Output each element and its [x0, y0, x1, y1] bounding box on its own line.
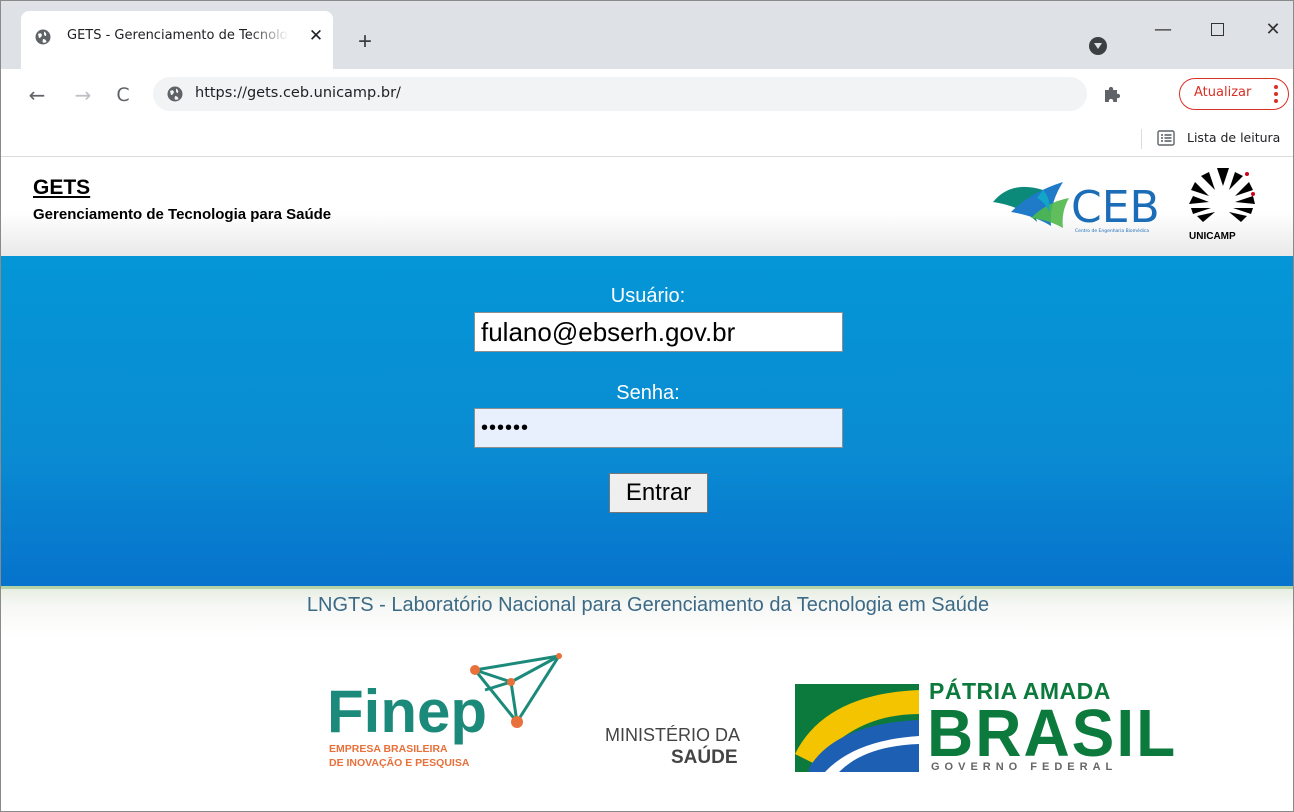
new-tab-button[interactable]: +: [353, 30, 377, 55]
extensions-puzzle-icon[interactable]: [1099, 81, 1125, 107]
finep-logo: Finep EMPRESA BRASILEIRA DE INOVAÇÃO E P…: [327, 653, 562, 769]
site-info-icon[interactable]: [167, 86, 183, 102]
tab-title: GETS - Gerenciamento de Tecnologia para …: [67, 28, 289, 43]
bookmarks-separator: [1141, 129, 1142, 149]
site-header: GETS Gerenciamento de Tecnologia para Sa…: [1, 158, 1293, 256]
password-label: Senha:: [616, 382, 680, 404]
login-button[interactable]: Entrar: [609, 473, 708, 513]
tab-gets[interactable]: GETS - Gerenciamento de Tecnologia para …: [21, 11, 333, 69]
ministerio-line2: SAÚDE: [671, 747, 738, 768]
maximize-button[interactable]: [1197, 15, 1237, 45]
reading-list-icon: [1157, 130, 1175, 146]
site-subtitle: Gerenciamento de Tecnologia para Saúde: [33, 206, 332, 223]
menu-dots-icon: [1272, 84, 1280, 104]
reload-button[interactable]: C: [109, 81, 137, 109]
ceb-logo: CEB Centro de Engenharia Biomédica: [993, 182, 1160, 234]
lab-name: LNGTS - Laboratório Nacional para Gerenc…: [306, 594, 990, 616]
brasil-flag-icon: [795, 684, 919, 772]
login-panel: Usuário: Senha: Entrar: [1, 256, 1293, 586]
back-button[interactable]: ←: [23, 81, 51, 109]
governo-line3: GOVERNO FEDERAL: [931, 761, 1118, 773]
reading-list-label: Lista de leitura: [1187, 130, 1281, 145]
maximize-icon: [1210, 23, 1224, 36]
tab-search-icon[interactable]: [1089, 37, 1107, 55]
globe-icon: [35, 29, 51, 45]
unicamp-wordmark: UNICAMP: [1189, 231, 1236, 242]
finep-line2: DE INOVAÇÃO E PESQUISA: [329, 756, 470, 769]
web-page: GETS Gerenciamento de Tecnologia para Sa…: [1, 158, 1293, 811]
bookmarks-bar: Lista de leitura: [1, 121, 1293, 157]
finep-wordmark: Finep: [327, 678, 487, 745]
close-window-button[interactable]: ✕: [1253, 15, 1293, 45]
address-bar[interactable]: https://gets.ceb.unicamp.br/: [153, 77, 1087, 111]
unicamp-logo: UNICAMP: [1189, 168, 1255, 242]
lab-banner: LNGTS - Laboratório Nacional para Gerenc…: [1, 586, 1293, 638]
tab-strip: GETS - Gerenciamento de Tecnologia para …: [1, 1, 1293, 69]
finep-line1: EMPRESA BRASILEIRA: [329, 743, 448, 755]
tab-close-icon[interactable]: ✕: [305, 25, 327, 47]
ceb-tagline: Centro de Engenharia Biomédica: [1075, 227, 1149, 234]
update-button[interactable]: Atualizar: [1179, 78, 1289, 110]
ministerio-line1: MINISTÉRIO DA: [605, 725, 741, 745]
update-label: Atualizar: [1194, 85, 1252, 100]
minimize-button[interactable]: —: [1143, 15, 1183, 45]
address-url: https://gets.ceb.unicamp.br/: [195, 85, 401, 101]
password-input[interactable]: [474, 408, 843, 448]
username-input[interactable]: [474, 312, 843, 352]
ministerio-saude-logo: MINISTÉRIO DA SAÚDE: [605, 725, 765, 775]
browser-window: GETS - Gerenciamento de Tecnologia para …: [0, 0, 1294, 812]
site-title: GETS: [33, 176, 91, 199]
browser-toolbar: ← → C https://gets.ceb.unicamp.br/ Atual…: [1, 69, 1293, 121]
forward-button[interactable]: →: [69, 81, 97, 109]
username-label: Usuário:: [610, 285, 686, 307]
ceb-wordmark: CEB: [1071, 182, 1160, 233]
